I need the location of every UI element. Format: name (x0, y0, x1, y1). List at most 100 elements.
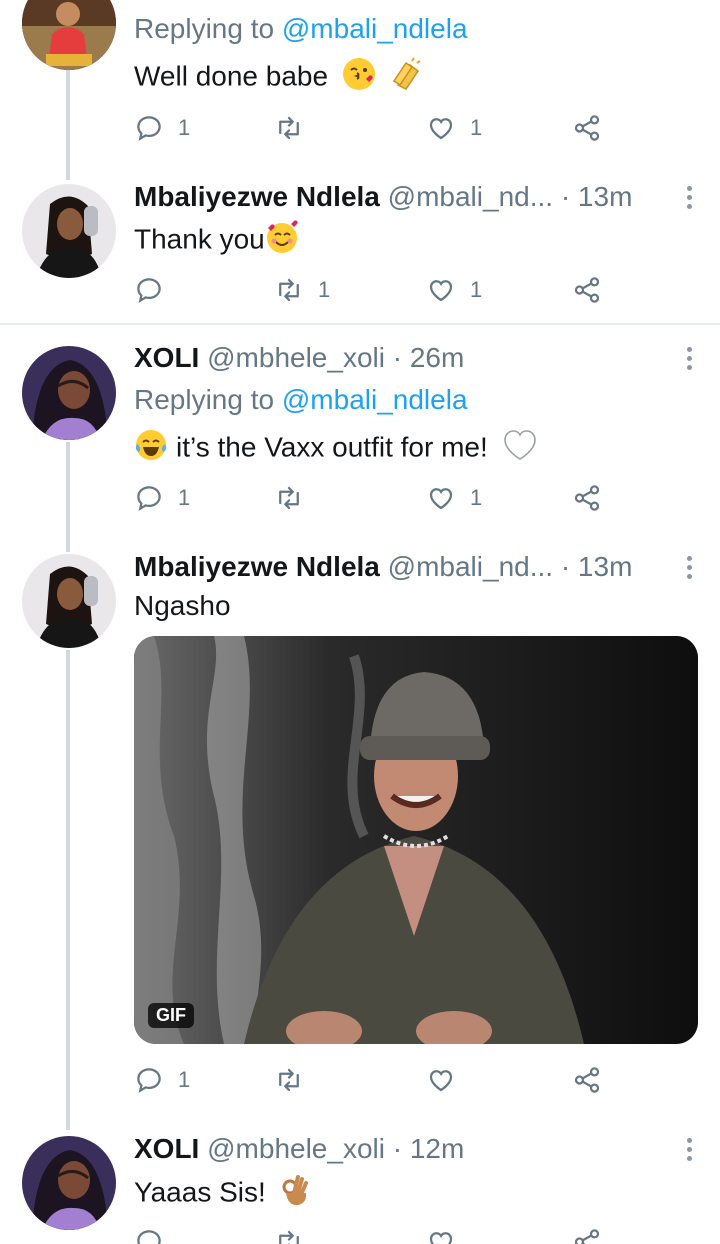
like-count: 1 (470, 485, 483, 510)
retweet-icon (279, 486, 299, 510)
timestamp[interactable]: · 13m (561, 181, 633, 212)
share-button[interactable] (572, 1060, 602, 1100)
timestamp[interactable]: · 13m (561, 551, 633, 582)
retweet-button[interactable] (274, 1060, 318, 1100)
user-handle[interactable]: @mbhele_xoli (207, 342, 385, 373)
retweet-icon (279, 116, 299, 140)
user-handle[interactable]: @mbali_nd... (388, 181, 553, 212)
tweet-text: Ngasho (134, 590, 231, 621)
avatar[interactable] (22, 0, 116, 70)
tweet-actions: 1 1 (134, 270, 614, 310)
reply-icon (137, 1068, 161, 1093)
tweet-text: Well done babe (134, 57, 424, 99)
gif-image (134, 636, 698, 1044)
retweet-icon (279, 1230, 299, 1244)
more-icon[interactable] (684, 1138, 694, 1165)
tweet-header: XOLI @mbhele_xoli · 26m (134, 341, 464, 375)
reply-count: 1 (178, 1067, 191, 1092)
tweet[interactable]: XOLI @mbhele_xoli · 12m Yaaas Sis! (0, 1126, 720, 1244)
reply-icon (137, 116, 161, 141)
avatar[interactable] (22, 184, 116, 278)
retweet-button[interactable] (274, 108, 318, 148)
reply-button[interactable]: 1 (134, 1060, 190, 1100)
tweet-actions: 1 (134, 1060, 614, 1100)
tweet-actions: 1 1 (134, 108, 614, 148)
tweet[interactable]: Replying to @mbali_ndlela Well done babe… (0, 0, 720, 170)
like-button[interactable] (426, 1060, 470, 1100)
share-icon (574, 277, 600, 303)
retweet-icon (279, 1068, 299, 1092)
replying-prefix: Replying to (134, 13, 282, 44)
display-name[interactable]: Mbaliyezwe Ndlela (134, 181, 380, 212)
retweet-button[interactable]: 1 (274, 270, 330, 310)
display-name[interactable]: XOLI (134, 1133, 199, 1164)
replying-prefix: Replying to (134, 384, 282, 415)
like-icon (429, 488, 453, 510)
like-icon (429, 1232, 453, 1244)
reply-icon (137, 486, 161, 511)
tweet-header: Mbaliyezwe Ndlela @mbali_nd... · 13m (134, 180, 632, 214)
retweet-icon (279, 278, 299, 302)
tweet[interactable]: Mbaliyezwe Ndlela @mbali_nd... · 13m Nga… (0, 536, 720, 1126)
user-handle[interactable]: @mbhele_xoli (207, 1133, 385, 1164)
divider (0, 323, 720, 325)
timestamp[interactable]: · 12m (393, 1133, 465, 1164)
mention-link[interactable]: @mbali_ndlela (282, 13, 468, 44)
avatar[interactable] (22, 1136, 116, 1230)
retweet-button[interactable] (274, 478, 318, 518)
reply-icon (137, 1230, 161, 1244)
share-button[interactable] (572, 1222, 602, 1244)
share-icon (574, 115, 600, 141)
avatar[interactable] (22, 346, 116, 440)
smiling-face-hearts-emoji (265, 220, 299, 262)
tweet-header: XOLI @mbhele_xoli · 12m (134, 1132, 464, 1166)
retweet-button[interactable] (274, 1222, 304, 1244)
kissing-face-heart-emoji (342, 57, 376, 99)
tweet-actions: 1 1 (134, 478, 614, 518)
like-button[interactable]: 1 (426, 270, 482, 310)
reply-count: 1 (178, 485, 191, 510)
tears-of-joy-emoji (134, 428, 168, 470)
reply-button[interactable]: 1 (134, 108, 190, 148)
reply-button[interactable] (134, 270, 178, 310)
share-icon (574, 1067, 600, 1093)
share-icon (574, 485, 600, 511)
tweet-text: it’s the Vaxx outfit for me! (134, 428, 538, 470)
tweet-text: Yaaas Sis! (134, 1173, 312, 1215)
gif-media[interactable]: GIF (134, 636, 698, 1044)
display-name[interactable]: Mbaliyezwe Ndlela (134, 551, 380, 582)
retweet-count: 1 (318, 277, 331, 302)
replying-to: Replying to @mbali_ndlela (134, 383, 468, 417)
like-button[interactable] (426, 1222, 456, 1244)
timestamp[interactable]: · 26m (393, 342, 465, 373)
like-button[interactable]: 1 (426, 108, 482, 148)
like-icon (429, 118, 453, 140)
tweet-text: Thank you (134, 220, 299, 262)
tweet[interactable]: Mbaliyezwe Ndlela @mbali_nd... · 13m Tha… (0, 170, 720, 324)
more-icon[interactable] (684, 556, 694, 583)
share-button[interactable] (572, 270, 602, 310)
share-icon (574, 1229, 600, 1244)
reply-icon (137, 278, 161, 303)
reply-button[interactable]: 1 (134, 478, 190, 518)
share-button[interactable] (572, 478, 602, 518)
display-name[interactable]: XOLI (134, 342, 199, 373)
like-icon (429, 1070, 453, 1092)
share-button[interactable] (572, 108, 602, 148)
like-count: 1 (470, 277, 483, 302)
mention-link[interactable]: @mbali_ndlela (282, 384, 468, 415)
avatar[interactable] (22, 554, 116, 648)
like-button[interactable]: 1 (426, 478, 482, 518)
like-count: 1 (470, 115, 483, 140)
tweet-header: Mbaliyezwe Ndlela @mbali_nd... · 13m (134, 550, 632, 584)
reply-button[interactable] (134, 1222, 164, 1244)
tweet[interactable]: XOLI @mbhele_xoli · 26m Replying to @mba… (0, 326, 720, 536)
reply-count: 1 (178, 115, 191, 140)
more-icon[interactable] (684, 186, 694, 213)
white-heart-emoji (502, 428, 538, 470)
user-handle[interactable]: @mbali_nd... (388, 551, 553, 582)
like-icon (429, 280, 453, 302)
more-icon[interactable] (684, 347, 694, 374)
tweet-actions (134, 1222, 614, 1244)
replying-to: Replying to @mbali_ndlela (134, 12, 468, 46)
